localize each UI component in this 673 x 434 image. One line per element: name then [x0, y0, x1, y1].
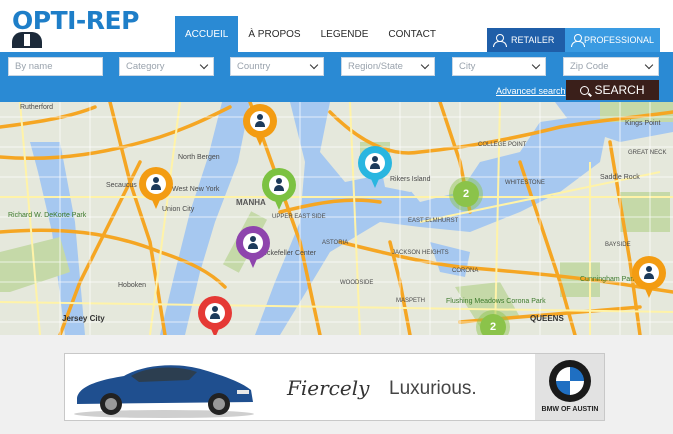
map-label-secaucus: Secaucus: [106, 182, 137, 189]
user-search-icon: [571, 34, 585, 47]
chevron-down-icon: [309, 60, 319, 70]
country-select[interactable]: Country: [230, 57, 324, 76]
user-icon: [644, 266, 654, 280]
advanced-search-link[interactable]: Advanced search: [496, 86, 566, 96]
user-icon: [370, 156, 380, 170]
map-label-rikers: Rikers Island: [390, 176, 431, 183]
map-label-flushing: Flushing Meadows Corona Park: [446, 298, 546, 305]
logo-person-icon: [12, 32, 42, 48]
car-image: [74, 365, 254, 418]
map-pin-marker[interactable]: [632, 256, 666, 300]
user-icon: [248, 236, 258, 250]
pin-tip: [368, 172, 382, 188]
user-icon: [210, 306, 220, 320]
zip-select-placeholder: Zip Code: [570, 61, 609, 72]
ad-zone: Fiercely Luxurious. BMW OF AUSTIN: [0, 335, 673, 434]
map-label-richard: Richard W. DeKorte Park: [8, 212, 87, 219]
tab-retailer[interactable]: RETAILER: [487, 28, 565, 52]
map-label-college-pt: COLLEGE POINT: [478, 142, 527, 148]
map-label-cunningham: Cunningham Park: [580, 276, 637, 283]
nav-a-propos[interactable]: À PROPOS: [238, 16, 310, 52]
search-button-label: SEARCH: [594, 83, 645, 97]
map-label-corona: CORONA: [452, 268, 479, 274]
pin-tip: [253, 130, 267, 146]
pin-tip: [208, 322, 222, 335]
zip-select[interactable]: Zip Code: [563, 57, 659, 76]
ad-brand-text: BMW OF AUSTIN: [541, 406, 599, 413]
map-label-maspeth: MASPETH: [396, 298, 426, 304]
page: OPTI-REP ACCUEIL À PROPOS LEGENDE CONTAC…: [0, 0, 673, 434]
tab-professional[interactable]: PROFESSIONAL: [565, 28, 660, 52]
city-select-placeholder: City: [459, 61, 476, 72]
map-label-astoria: ASTORIA: [322, 240, 349, 246]
ad-brand-panel: BMW OF AUSTIN: [535, 354, 604, 420]
tab-professional-label: PROFESSIONAL: [583, 35, 654, 45]
main-nav: ACCUEIL À PROPOS LEGENDE CONTACT: [175, 16, 446, 52]
pin-tip: [272, 194, 286, 210]
map-cluster[interactable]: 2: [480, 314, 506, 335]
map-pin-marker[interactable]: [198, 296, 232, 335]
map-label-jackson-hts: JACKSON HEIGHTS: [392, 250, 449, 256]
country-select-placeholder: Country: [237, 61, 271, 72]
pin-tip: [149, 193, 163, 209]
header: OPTI-REP ACCUEIL À PROPOS LEGENDE CONTAC…: [0, 0, 673, 52]
map-label-kings-point: Kings Point: [625, 120, 661, 127]
region-select-placeholder: Region/State: [348, 61, 403, 72]
name-input-placeholder: By name: [15, 61, 53, 72]
map-label-woodside: WOODSIDE: [340, 280, 374, 286]
search-bar: By name Category Country Region/State Ci…: [0, 52, 673, 102]
map-cluster[interactable]: 2: [453, 181, 479, 207]
map-label-saddle-rock: Saddle Rock: [600, 174, 640, 181]
map-label-bayside: BAYSIDE: [605, 242, 631, 248]
map-label-upper-east: UPPER EAST SIDE: [272, 214, 326, 220]
map-pin-marker[interactable]: [262, 168, 296, 212]
map-pin-marker[interactable]: [139, 167, 173, 211]
role-tabs: RETAILER PROFESSIONAL: [487, 28, 660, 52]
logo[interactable]: OPTI-REP: [8, 4, 143, 48]
nav-accueil[interactable]: ACCUEIL: [175, 16, 239, 52]
map-label-great-neck: GREAT NECK: [628, 150, 667, 156]
user-icon: [274, 178, 284, 192]
nav-contact[interactable]: CONTACT: [378, 16, 446, 52]
map[interactable]: Rutherford North Bergen Secaucus West Ne…: [0, 102, 673, 335]
map-label-east-elmhurst: EAST ELMHURST: [408, 218, 459, 224]
map-label-hoboken: Hoboken: [118, 282, 147, 289]
map-label-whitestone: WHITESTONE: [505, 180, 545, 186]
region-select[interactable]: Region/State: [341, 57, 435, 76]
tab-retailer-label: RETAILER: [511, 35, 555, 45]
map-pin-marker[interactable]: [358, 146, 392, 190]
user-search-icon: [493, 34, 507, 47]
map-pin-marker[interactable]: [236, 226, 270, 270]
map-label-north-bergen: North Bergen: [178, 154, 220, 161]
user-icon: [255, 114, 265, 128]
ad-tagline-1: Fiercely: [287, 376, 370, 400]
nav-legende[interactable]: LEGENDE: [311, 16, 379, 52]
map-pin-marker[interactable]: [243, 104, 277, 148]
user-icon: [151, 177, 161, 191]
map-label-jersey-city: Jersey City: [62, 314, 105, 323]
pin-tip: [642, 282, 656, 298]
chevron-down-icon: [420, 60, 430, 70]
category-select-placeholder: Category: [126, 61, 165, 72]
logo-text: OPTI-REP: [12, 6, 139, 35]
map-label-queens: QUEENS: [530, 314, 564, 323]
city-select[interactable]: City: [452, 57, 546, 76]
ad-banner[interactable]: Fiercely Luxurious. BMW OF AUSTIN: [64, 353, 605, 421]
pin-tip: [246, 252, 260, 268]
map-label-west-ny: West New York: [172, 186, 220, 193]
search-icon: [580, 85, 590, 95]
category-select[interactable]: Category: [119, 57, 214, 76]
name-input[interactable]: By name: [8, 57, 103, 76]
bmw-logo-icon: [549, 360, 591, 402]
chevron-down-icon: [199, 60, 209, 70]
map-base: [0, 102, 673, 335]
chevron-down-icon: [644, 60, 654, 70]
ad-tagline-2: Luxurious.: [389, 378, 477, 399]
map-label-rutherford: Rutherford: [20, 104, 54, 111]
chevron-down-icon: [531, 60, 541, 70]
search-button[interactable]: SEARCH: [566, 80, 659, 100]
